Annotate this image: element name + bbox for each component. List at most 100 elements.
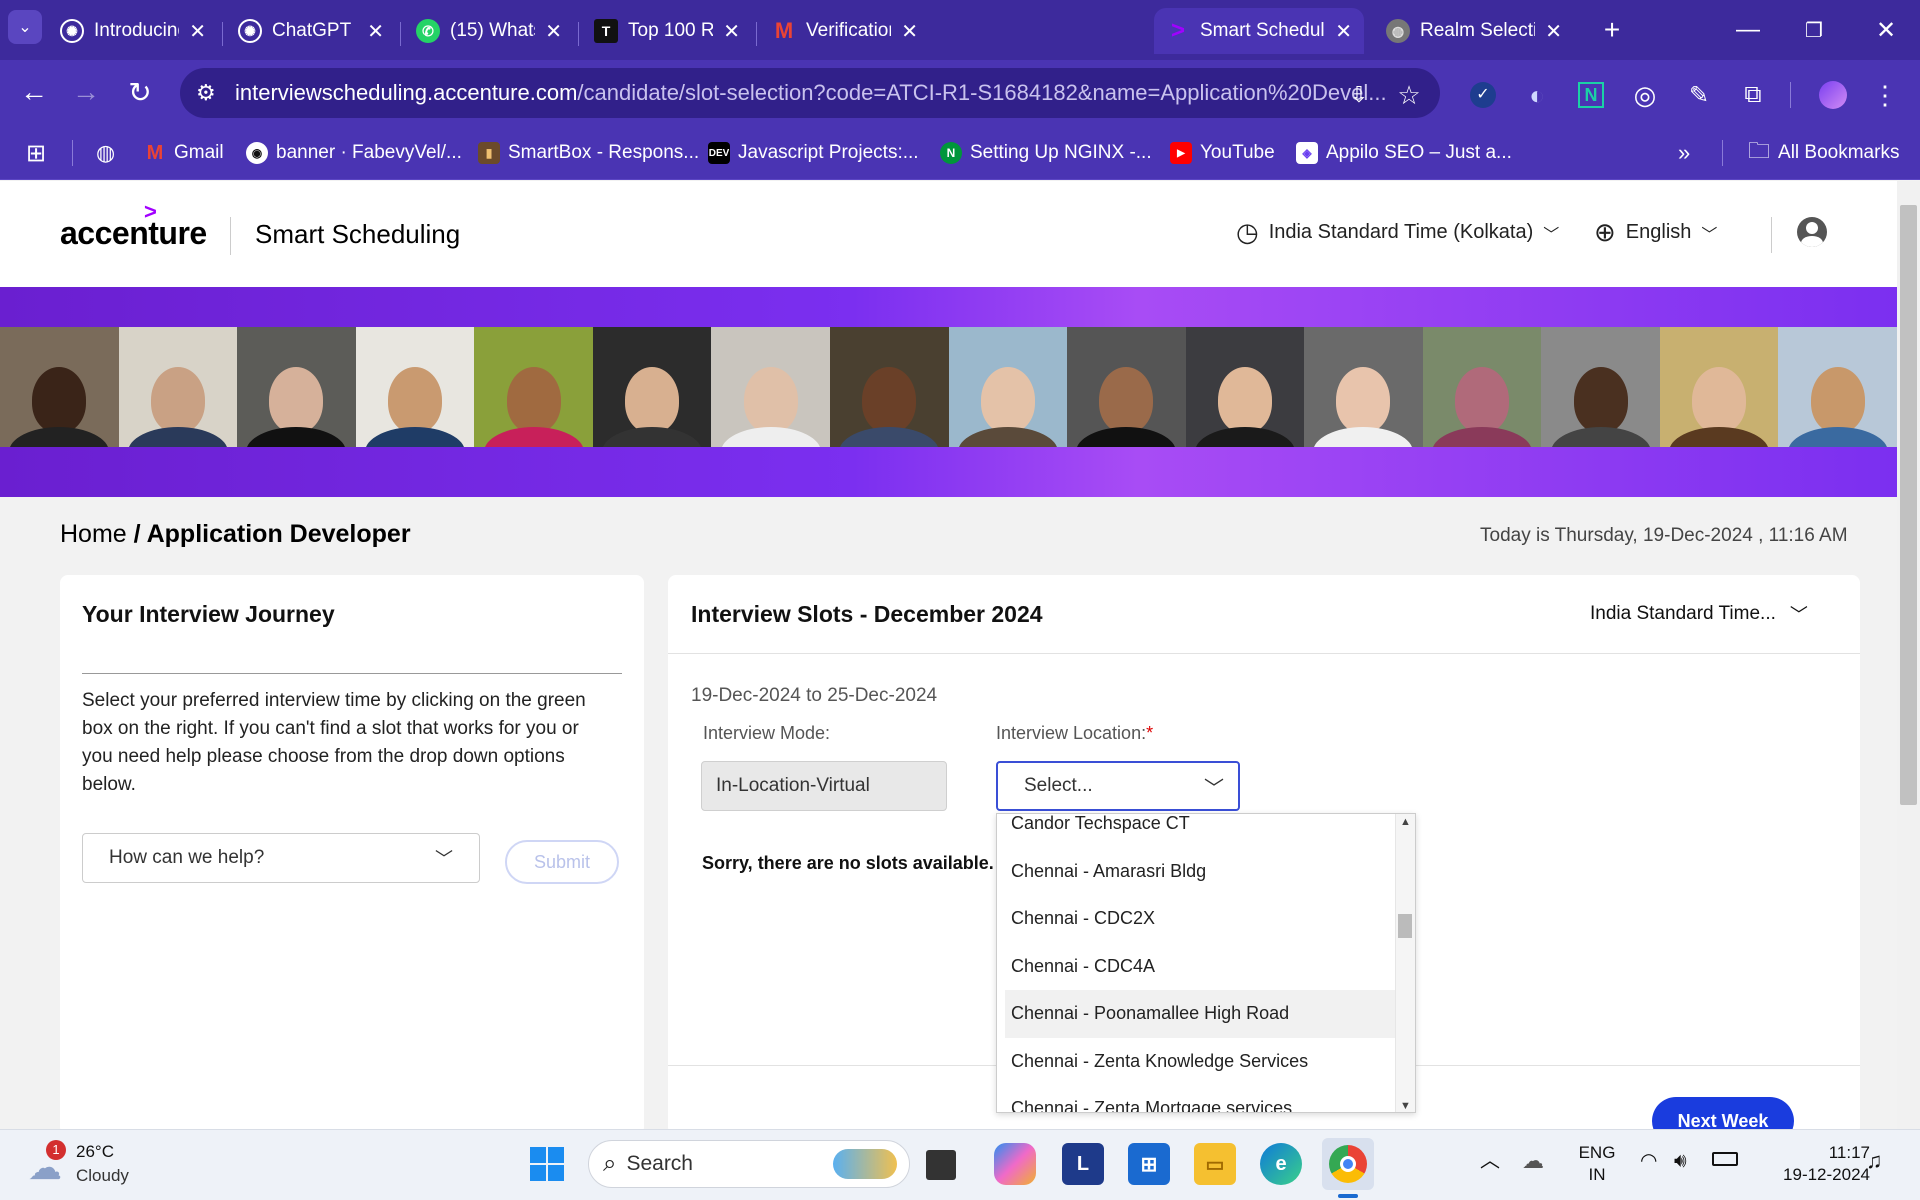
location-option[interactable]: Chennai - CDC2X (1005, 895, 1397, 943)
extension-check-icon[interactable]: ✓ (1466, 78, 1500, 112)
breadcrumb: Home / Application Developer (60, 520, 411, 549)
tab-introducing[interactable]: ✺ Introducing Cl ✕ (48, 8, 218, 54)
tab-smart-scheduling[interactable]: > Smart Schedul ✕ (1154, 8, 1364, 54)
close-icon[interactable]: ✕ (1545, 19, 1562, 44)
windows-start-icon[interactable] (526, 1143, 568, 1185)
apps-grid-icon[interactable]: ⊞ (26, 126, 46, 180)
back-icon[interactable]: ← (14, 72, 54, 112)
onedrive-icon[interactable]: ☁ (1522, 1150, 1544, 1172)
tab-whatsapp[interactable]: ✆ (15) WhatsApp ✕ (404, 8, 574, 54)
location-option[interactable]: Candor Techspace CT (1005, 814, 1397, 848)
tab-chatgpt[interactable]: ✺ ChatGPT ✕ (226, 8, 396, 54)
interview-location-select[interactable]: Select... ﹀ (996, 761, 1240, 811)
volume-icon[interactable]: 🔊︎ (1674, 1150, 1687, 1172)
tab-realm[interactable]: ◍ Realm Selectio ✕ (1374, 8, 1574, 54)
address-bar[interactable]: ⚙ interviewscheduling.accenture.com/cand… (180, 68, 1440, 118)
reload-icon[interactable]: ↻ (120, 72, 160, 112)
l-app-icon[interactable]: L (1062, 1143, 1104, 1185)
extension-ring-icon[interactable]: ◐ (1520, 78, 1554, 112)
extension-target-icon[interactable]: ◎ (1628, 78, 1662, 112)
tab-search-button[interactable]: ⌄ (8, 10, 42, 44)
page-scroll-thumb[interactable] (1900, 205, 1917, 805)
bookmark-smartbox[interactable]: ▮ SmartBox - Respons... (478, 126, 699, 180)
store-icon[interactable]: ⊞ (1128, 1143, 1170, 1185)
person-photo (1304, 327, 1423, 447)
bookmark-github[interactable]: ◉ banner · FabevyVel/... (246, 126, 462, 180)
user-account-icon[interactable] (1797, 217, 1827, 247)
bookmark-nginx[interactable]: N Setting Up NGINX -... (940, 126, 1152, 180)
input-language[interactable]: ENG IN (1570, 1142, 1624, 1186)
more-bookmarks-button[interactable]: » (1678, 126, 1690, 180)
scroll-up-icon[interactable]: ▲ (1400, 816, 1411, 828)
forward-icon[interactable]: → (66, 72, 106, 112)
new-tab-button[interactable]: + (1594, 12, 1630, 48)
today-date: Today is Thursday, 19-Dec-2024 , 11:16 A… (1480, 525, 1848, 546)
close-icon[interactable]: ✕ (545, 19, 562, 44)
person-photo (592, 327, 712, 447)
bookmark-dev[interactable]: DEV Javascript Projects:... (708, 126, 919, 180)
help-dropdown[interactable]: How can we help? ﹀ (82, 833, 480, 883)
location-option[interactable]: Chennai - Amarasri Bldg (1005, 848, 1397, 896)
notifications-bell-icon[interactable]: ♫ (1866, 1150, 1883, 1172)
close-window-button[interactable]: ✕ (1868, 12, 1904, 48)
chevron-down-icon: ﹀ (435, 849, 453, 869)
location-option[interactable]: Chennai - Zenta Knowledge Services (1005, 1038, 1397, 1086)
globe-icon[interactable]: ◍ (96, 126, 115, 180)
bookmark-appilo[interactable]: ◈ Appilo SEO – Just a... (1296, 126, 1512, 180)
next-week-button[interactable]: Next Week (1652, 1097, 1794, 1129)
weather-widget[interactable]: ☁ 1 26°C Cloudy (24, 1138, 144, 1190)
close-icon[interactable]: ✕ (901, 19, 918, 44)
location-option[interactable]: Chennai - CDC4A (1005, 943, 1397, 991)
menu-kebab-icon[interactable]: ⋮ (1868, 78, 1902, 112)
install-app-icon[interactable]: ⇩ (1342, 78, 1376, 112)
tab-verification[interactable]: M Verification Co ✕ (760, 8, 930, 54)
show-hidden-icons[interactable]: ︿ (1480, 1150, 1500, 1172)
minimize-button[interactable]: — (1730, 12, 1766, 48)
person-photo (474, 327, 593, 447)
close-icon[interactable]: ✕ (367, 19, 384, 44)
extension-n-icon[interactable]: N (1574, 78, 1608, 112)
divider (82, 673, 622, 674)
edge-icon[interactable]: e (1260, 1143, 1302, 1185)
location-option[interactable]: Chennai - Zenta Mortgage services (1005, 1085, 1397, 1112)
restore-button[interactable]: ❐ (1796, 12, 1832, 48)
site-info-icon[interactable]: ⚙ (196, 80, 216, 106)
tab-title: Smart Schedul (1200, 20, 1325, 41)
profile-avatar[interactable] (1816, 78, 1850, 112)
task-view-icon[interactable] (926, 1150, 956, 1180)
tab-strip: ⌄ ✺ Introducing Cl ✕ ✺ ChatGPT ✕ ✆ (15) … (0, 0, 1920, 60)
wifi-icon[interactable]: ◠ (1640, 1150, 1657, 1172)
help-dropdown-label: How can we help? (109, 847, 265, 868)
dropdown-scrollbar[interactable]: ▲ ▼ (1395, 814, 1415, 1112)
scroll-down-icon[interactable]: ▼ (1400, 1100, 1411, 1112)
breadcrumb-home[interactable]: Home (60, 520, 127, 548)
taskbar-search[interactable]: ⌕ Search (588, 1140, 910, 1188)
globe-icon: ◍ (1386, 19, 1410, 43)
all-bookmarks-button[interactable]: 🗀 All Bookmarks (1748, 126, 1899, 180)
chrome-icon[interactable] (1322, 1138, 1374, 1190)
location-dropdown-list[interactable]: Candor Techspace CT Chennai - Amarasri B… (996, 813, 1416, 1113)
clock[interactable]: 11:17 19-12-2024 (1770, 1142, 1870, 1186)
close-icon[interactable]: ✕ (1335, 19, 1352, 44)
bookmark-star-icon[interactable]: ☆ (1392, 78, 1426, 112)
eyedropper-icon[interactable]: ✎ (1682, 78, 1716, 112)
person-photo (355, 327, 475, 447)
tab-title: Top 100 React (628, 20, 714, 41)
language-selector[interactable]: ⊕ English ﹀ (1594, 217, 1717, 248)
tab-react[interactable]: T Top 100 React ✕ (582, 8, 752, 54)
battery-icon[interactable] (1712, 1152, 1738, 1166)
chevron-down-icon: ﹀ (1701, 226, 1718, 244)
accenture-logo[interactable]: > accenture (60, 199, 207, 252)
bookmark-youtube[interactable]: ▶ YouTube (1170, 126, 1275, 180)
copilot-icon[interactable] (994, 1143, 1036, 1185)
dropdown-scroll-thumb[interactable] (1398, 914, 1412, 938)
timezone-selector[interactable]: ◷ India Standard Time (Kolkata) ﹀ (1236, 217, 1559, 248)
bookmark-gmail[interactable]: M Gmail (144, 126, 224, 180)
extensions-puzzle-icon[interactable]: ⧉ (1736, 78, 1770, 112)
location-option-highlighted[interactable]: Chennai - Poonamallee High Road (1005, 990, 1397, 1038)
close-icon[interactable]: ✕ (189, 19, 206, 44)
submit-button[interactable]: Submit (505, 840, 619, 884)
slots-timezone-selector[interactable]: India Standard Time... ﹀ (1590, 601, 1808, 627)
close-icon[interactable]: ✕ (723, 19, 740, 44)
file-explorer-icon[interactable]: ▭ (1194, 1143, 1236, 1185)
